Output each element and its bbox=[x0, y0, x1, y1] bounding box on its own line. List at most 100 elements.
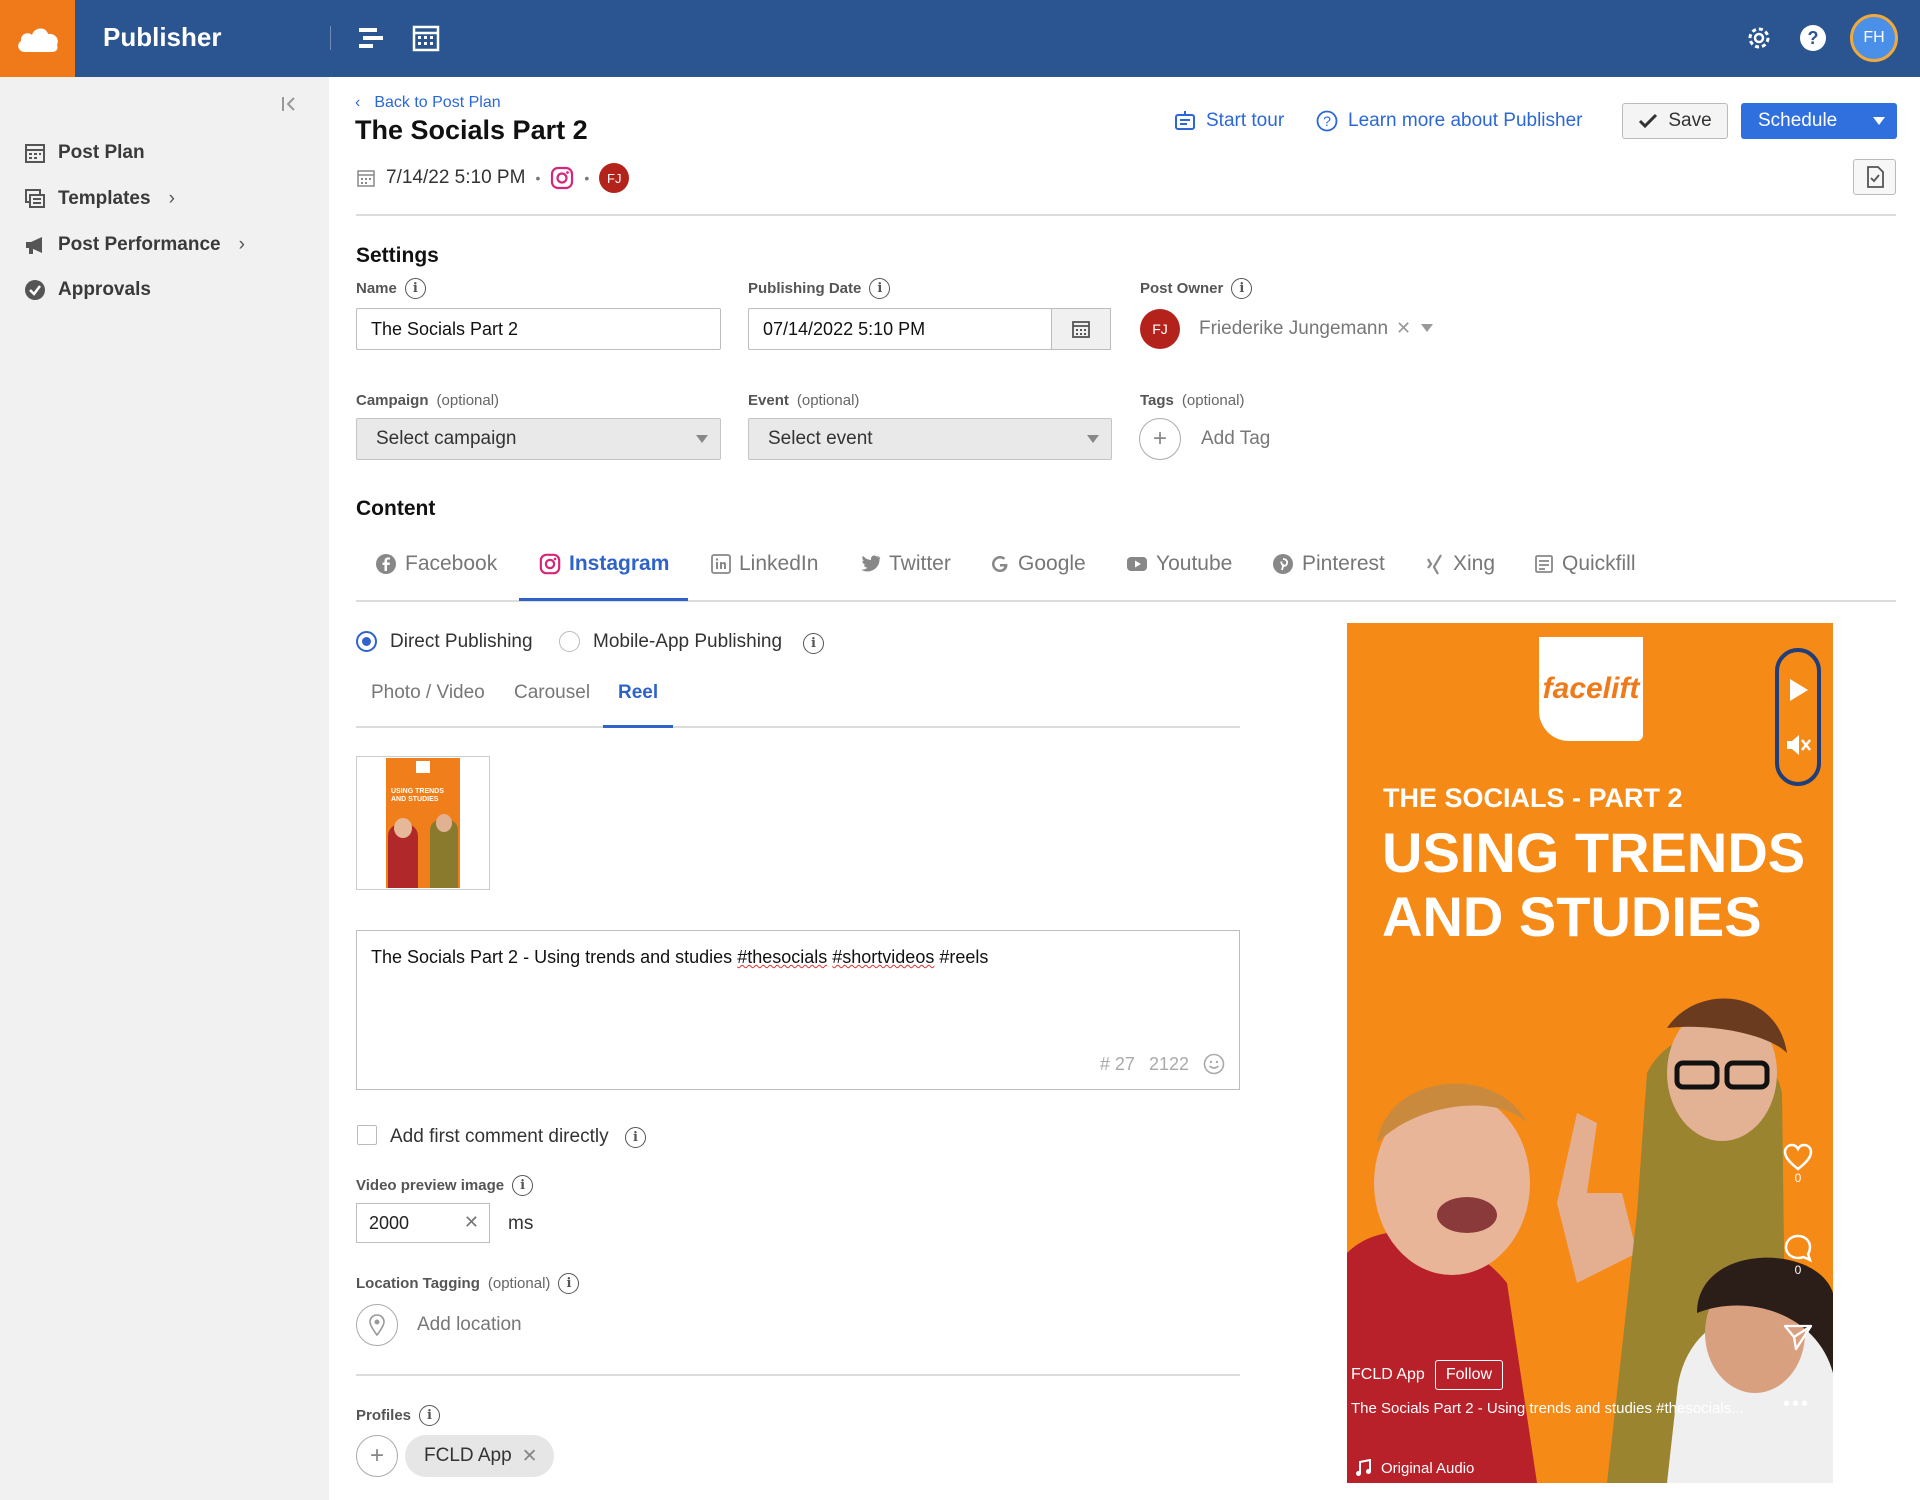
info-icon[interactable]: i bbox=[625, 1127, 646, 1148]
clear-input-icon[interactable]: ✕ bbox=[464, 1212, 479, 1233]
templates-icon bbox=[25, 189, 45, 208]
post-datetime: 7/14/22 5:10 PM bbox=[386, 167, 526, 188]
info-icon[interactable]: i bbox=[1231, 278, 1253, 299]
learn-more-link[interactable]: ? Learn more about Publisher bbox=[1316, 110, 1582, 132]
tab-label: Pinterest bbox=[1302, 552, 1385, 575]
more-options-icon[interactable]: ••• bbox=[1783, 1393, 1810, 1416]
sidebar-item-post-performance[interactable]: Post Performance › bbox=[24, 234, 245, 256]
save-button[interactable]: Save bbox=[1622, 103, 1728, 139]
tab-instagram[interactable]: Instagram bbox=[539, 552, 669, 576]
info-icon[interactable]: i bbox=[803, 633, 824, 654]
list-view-icon[interactable] bbox=[355, 22, 387, 54]
info-icon[interactable]: i bbox=[419, 1405, 441, 1426]
headline-line: USING TRENDS bbox=[1382, 821, 1806, 884]
radio-direct-publishing[interactable] bbox=[356, 631, 377, 652]
heart-icon bbox=[1783, 1143, 1813, 1171]
follow-button[interactable]: Follow bbox=[1434, 1360, 1504, 1390]
like-action[interactable]: 0 bbox=[1783, 1143, 1813, 1185]
app-title: Publisher bbox=[103, 22, 222, 52]
dropdown-arrow-icon bbox=[696, 435, 708, 443]
video-preview-ms-input[interactable]: 2000 ✕ bbox=[356, 1203, 490, 1243]
tab-label: Instagram bbox=[569, 552, 670, 575]
play-icon[interactable] bbox=[1786, 677, 1810, 703]
profile-chip[interactable]: FCLD App ✕ bbox=[405, 1435, 554, 1477]
emoji-icon[interactable] bbox=[1203, 1053, 1225, 1075]
campaign-select[interactable]: Select campaign bbox=[356, 418, 721, 460]
subtab-photo-video[interactable]: Photo / Video bbox=[371, 682, 485, 704]
remove-profile-icon[interactable]: ✕ bbox=[522, 1445, 538, 1468]
direct-publishing-label[interactable]: Direct Publishing bbox=[390, 631, 533, 653]
user-avatar[interactable]: FH bbox=[1850, 14, 1898, 62]
tab-facebook[interactable]: Facebook bbox=[375, 552, 497, 576]
date-picker-button[interactable] bbox=[1051, 308, 1111, 350]
sidebar-item-approvals[interactable]: Approvals bbox=[24, 279, 151, 301]
info-icon[interactable]: i bbox=[404, 278, 426, 299]
add-location-button[interactable] bbox=[356, 1304, 398, 1346]
hashtag: #thesocials bbox=[737, 947, 828, 967]
preview-subtitle: THE SOCIALS - PART 2 bbox=[1383, 783, 1683, 813]
name-input[interactable]: The Socials Part 2 bbox=[356, 308, 721, 350]
hashtag: #shortvideos bbox=[832, 947, 935, 967]
add-location-label[interactable]: Add location bbox=[417, 1314, 522, 1336]
add-profile-button[interactable]: + bbox=[356, 1435, 398, 1477]
info-icon[interactable]: i bbox=[869, 278, 891, 299]
back-link[interactable]: ‹ Back to Post Plan bbox=[355, 94, 501, 112]
add-tag-button[interactable]: + bbox=[1139, 418, 1181, 460]
toolbar-divider bbox=[330, 26, 331, 50]
location-tagging-label: Location Tagging (optional) i bbox=[356, 1273, 580, 1294]
tab-google[interactable]: Google bbox=[990, 552, 1086, 576]
schedule-button[interactable]: Schedule bbox=[1741, 103, 1897, 139]
app-logo[interactable] bbox=[0, 0, 75, 77]
tab-youtube[interactable]: Youtube bbox=[1126, 552, 1232, 576]
calendar-icon bbox=[25, 144, 45, 163]
collapse-sidebar-icon[interactable] bbox=[280, 95, 300, 115]
subtab-reel[interactable]: Reel bbox=[618, 682, 658, 704]
caption-textarea[interactable]: The Socials Part 2 - Using trends and st… bbox=[356, 930, 1240, 1090]
optional-hint: (optional) bbox=[796, 392, 860, 409]
tab-quickfill[interactable]: Quickfill bbox=[1534, 552, 1636, 576]
document-check-icon bbox=[1866, 166, 1884, 188]
tab-xing[interactable]: Xing bbox=[1425, 552, 1495, 576]
mobile-app-publishing-label[interactable]: Mobile-App Publishing bbox=[593, 631, 782, 653]
clear-owner-icon[interactable]: ✕ bbox=[1396, 318, 1411, 339]
calendar-grid-icon[interactable] bbox=[410, 22, 442, 54]
help-icon[interactable]: ? bbox=[1797, 22, 1829, 54]
tab-linkedin[interactable]: LinkedIn bbox=[711, 552, 818, 576]
start-tour-link[interactable]: Start tour bbox=[1174, 110, 1284, 132]
google-icon bbox=[992, 556, 1008, 572]
tab-twitter[interactable]: Twitter bbox=[859, 552, 951, 576]
pinterest-icon bbox=[1273, 554, 1293, 574]
first-comment-checkbox[interactable] bbox=[357, 1125, 377, 1145]
sidebar-item-templates[interactable]: Templates › bbox=[24, 188, 175, 210]
publishing-date-input[interactable]: 07/14/2022 5:10 PM bbox=[748, 308, 1052, 350]
add-tag-label[interactable]: Add Tag bbox=[1201, 428, 1270, 450]
learn-more-label: Learn more about Publisher bbox=[1348, 110, 1583, 131]
info-icon[interactable]: i bbox=[558, 1273, 580, 1294]
mute-icon[interactable] bbox=[1784, 732, 1812, 758]
share-action[interactable] bbox=[1783, 1323, 1813, 1351]
owner-avatar: FJ bbox=[599, 163, 630, 193]
sidebar-item-post-plan[interactable]: Post Plan bbox=[24, 142, 145, 164]
event-label-text: Event bbox=[748, 392, 789, 409]
facebook-icon bbox=[376, 554, 396, 574]
thumbnail-logo bbox=[416, 761, 430, 773]
media-thumbnail[interactable]: USING TRENDS AND STUDIES bbox=[356, 756, 490, 890]
event-select[interactable]: Select event bbox=[748, 418, 1112, 460]
location-label-text: Location Tagging bbox=[356, 1275, 480, 1292]
first-comment-label[interactable]: Add first comment directly bbox=[390, 1126, 609, 1148]
separator-dot: • bbox=[584, 170, 590, 186]
caret-down-icon[interactable] bbox=[1861, 116, 1897, 126]
checklist-document-button[interactable] bbox=[1853, 159, 1896, 195]
post-owner-label: Post Owner i bbox=[1140, 278, 1253, 299]
subtab-carousel[interactable]: Carousel bbox=[514, 682, 590, 704]
page-title: The Socials Part 2 bbox=[355, 115, 588, 145]
info-icon[interactable]: i bbox=[512, 1175, 534, 1196]
comment-action[interactable]: 0 bbox=[1783, 1233, 1813, 1277]
location-pin-icon bbox=[369, 1314, 385, 1336]
tab-pinterest[interactable]: Pinterest bbox=[1272, 552, 1385, 576]
campaign-label-text: Campaign bbox=[356, 392, 429, 409]
radio-mobile-app-publishing[interactable] bbox=[559, 631, 580, 652]
owner-dropdown-icon[interactable] bbox=[1421, 324, 1433, 332]
gear-icon[interactable] bbox=[1743, 22, 1775, 54]
reel-preview: facelift THE SOCIALS - PART 2 USING TREN… bbox=[1347, 623, 1833, 1483]
